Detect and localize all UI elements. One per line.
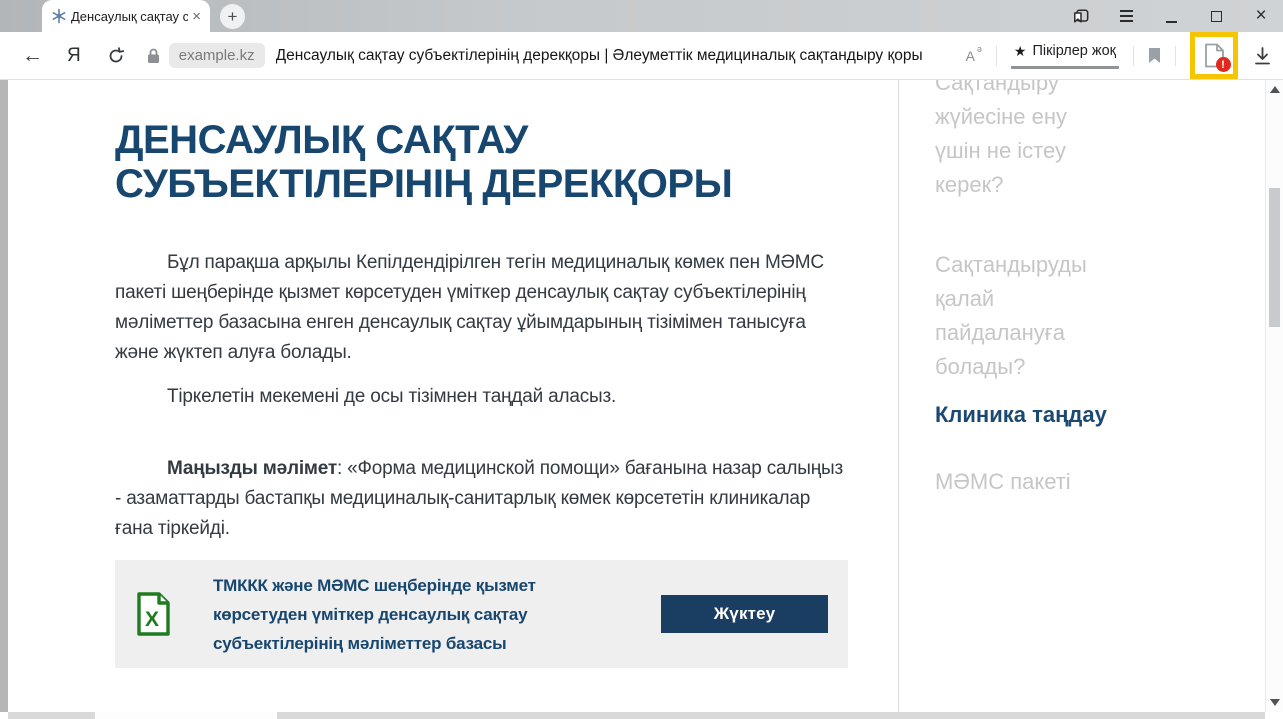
vertical-scrollbar-thumb[interactable] — [1269, 188, 1280, 327]
downloads-icon[interactable] — [1254, 47, 1271, 65]
divider — [1133, 46, 1134, 66]
browser-toolbar: ← Я example.kz Денсаулық сақтау субъекті… — [0, 32, 1283, 80]
divider — [1175, 46, 1176, 66]
horizontal-scrollbar-thumb[interactable] — [95, 712, 277, 719]
main-article: ДЕНСАУЛЫҚ САҚТАУ СУБЪЕКТІЛЕРІНІҢ ДЕРЕКҚО… — [8, 80, 898, 712]
sidebar-item-insurance-usage[interactable]: Сақтандыруды қалай пайдалануға болады? — [935, 248, 1110, 384]
new-tab-button[interactable]: + — [220, 4, 245, 29]
tab-close-icon[interactable]: × — [192, 9, 201, 24]
sidebar-list: Сақтандыру жүйесіне ену үшін не істеу ке… — [935, 80, 1265, 499]
download-file-panel: X ТМККК және МӘМС шеңберінде қызмет көрс… — [115, 560, 848, 668]
sidebar-item-insurance-join[interactable]: Сақтандыру жүйесіне ену үшін не істеу ке… — [935, 80, 1110, 202]
bookmark-icon[interactable] — [1148, 47, 1161, 64]
sidebar-nav: Сақтандыру жүйесіне ену үшін не істеу ке… — [899, 80, 1265, 712]
page-title: ДЕНСАУЛЫҚ САҚТАУ СУБЪЕКТІЛЕРІНІҢ ДЕРЕКҚО… — [115, 118, 848, 206]
excel-file-icon: X — [135, 591, 171, 637]
back-button[interactable]: ← — [22, 44, 43, 68]
tab-bar: Денсаулық сақтау субъ × + × — [0, 0, 1283, 32]
sidebar-item-msms-package[interactable]: МӘМС пакеті — [935, 465, 1110, 499]
translate-icon[interactable]: Aә — [966, 48, 982, 64]
scroll-up-arrow-icon[interactable] — [1270, 86, 1280, 93]
star-icon: ★ — [1014, 43, 1027, 60]
lock-icon[interactable] — [147, 48, 160, 64]
toolbar-right-cluster: Aә ★ Пікірлер жоқ ! — [966, 32, 1271, 79]
scroll-down-arrow-icon[interactable] — [1270, 699, 1280, 706]
yandex-logo-icon[interactable]: Я — [67, 45, 81, 67]
reviews-label: Пікірлер жоқ — [1032, 43, 1116, 59]
maximize-button[interactable] — [1208, 8, 1224, 24]
download-file-description: ТМККК және МӘМС шеңберінде қызмет көрсет… — [213, 571, 553, 658]
tab-title: Денсаулық сақтау субъ — [71, 9, 188, 24]
page-status-icon[interactable]: ! — [1204, 43, 1225, 68]
download-button[interactable]: Жүктеу — [661, 595, 828, 633]
window-controls: × — [1073, 0, 1269, 32]
paragraph: Тіркелетін мекемені де осы тізімнен таңд… — [115, 382, 848, 412]
tab-panel-icon[interactable] — [1073, 8, 1089, 24]
page-left-gutter — [0, 80, 8, 712]
annotation-highlight-box: ! — [1190, 32, 1238, 79]
url-domain-badge[interactable]: example.kz — [169, 43, 265, 68]
sidebar-item-clinic-choice[interactable]: Клиника таңдау — [935, 398, 1265, 432]
reviews-button[interactable]: ★ Пікірлер жоқ — [1011, 43, 1119, 69]
minimize-button[interactable] — [1163, 8, 1179, 24]
refresh-icon[interactable] — [107, 47, 125, 65]
error-badge: ! — [1216, 57, 1231, 72]
menu-icon[interactable] — [1118, 8, 1134, 24]
svg-text:X: X — [145, 608, 159, 631]
paragraph: Бұл парақша арқылы Кепілдендірілген тегі… — [115, 248, 848, 368]
important-label: Маңызды мәлімет — [167, 458, 337, 479]
browser-tab[interactable]: Денсаулық сақтау субъ × — [42, 0, 210, 32]
page-content: ДЕНСАУЛЫҚ САҚТАУ СУБЪЕКТІЛЕРІНІҢ ДЕРЕКҚО… — [0, 80, 1283, 719]
horizontal-scrollbar[interactable] — [8, 712, 1265, 719]
favicon-snowflake-icon — [51, 8, 67, 24]
vertical-scrollbar[interactable] — [1265, 80, 1283, 712]
address-bar-title[interactable]: Денсаулық сақтау субъектілерінің дерекқо… — [276, 47, 966, 65]
divider — [996, 46, 997, 66]
paragraph-important: Маңызды мәлімет: «Форма медицинской помо… — [115, 454, 848, 544]
close-window-button[interactable]: × — [1253, 8, 1269, 24]
